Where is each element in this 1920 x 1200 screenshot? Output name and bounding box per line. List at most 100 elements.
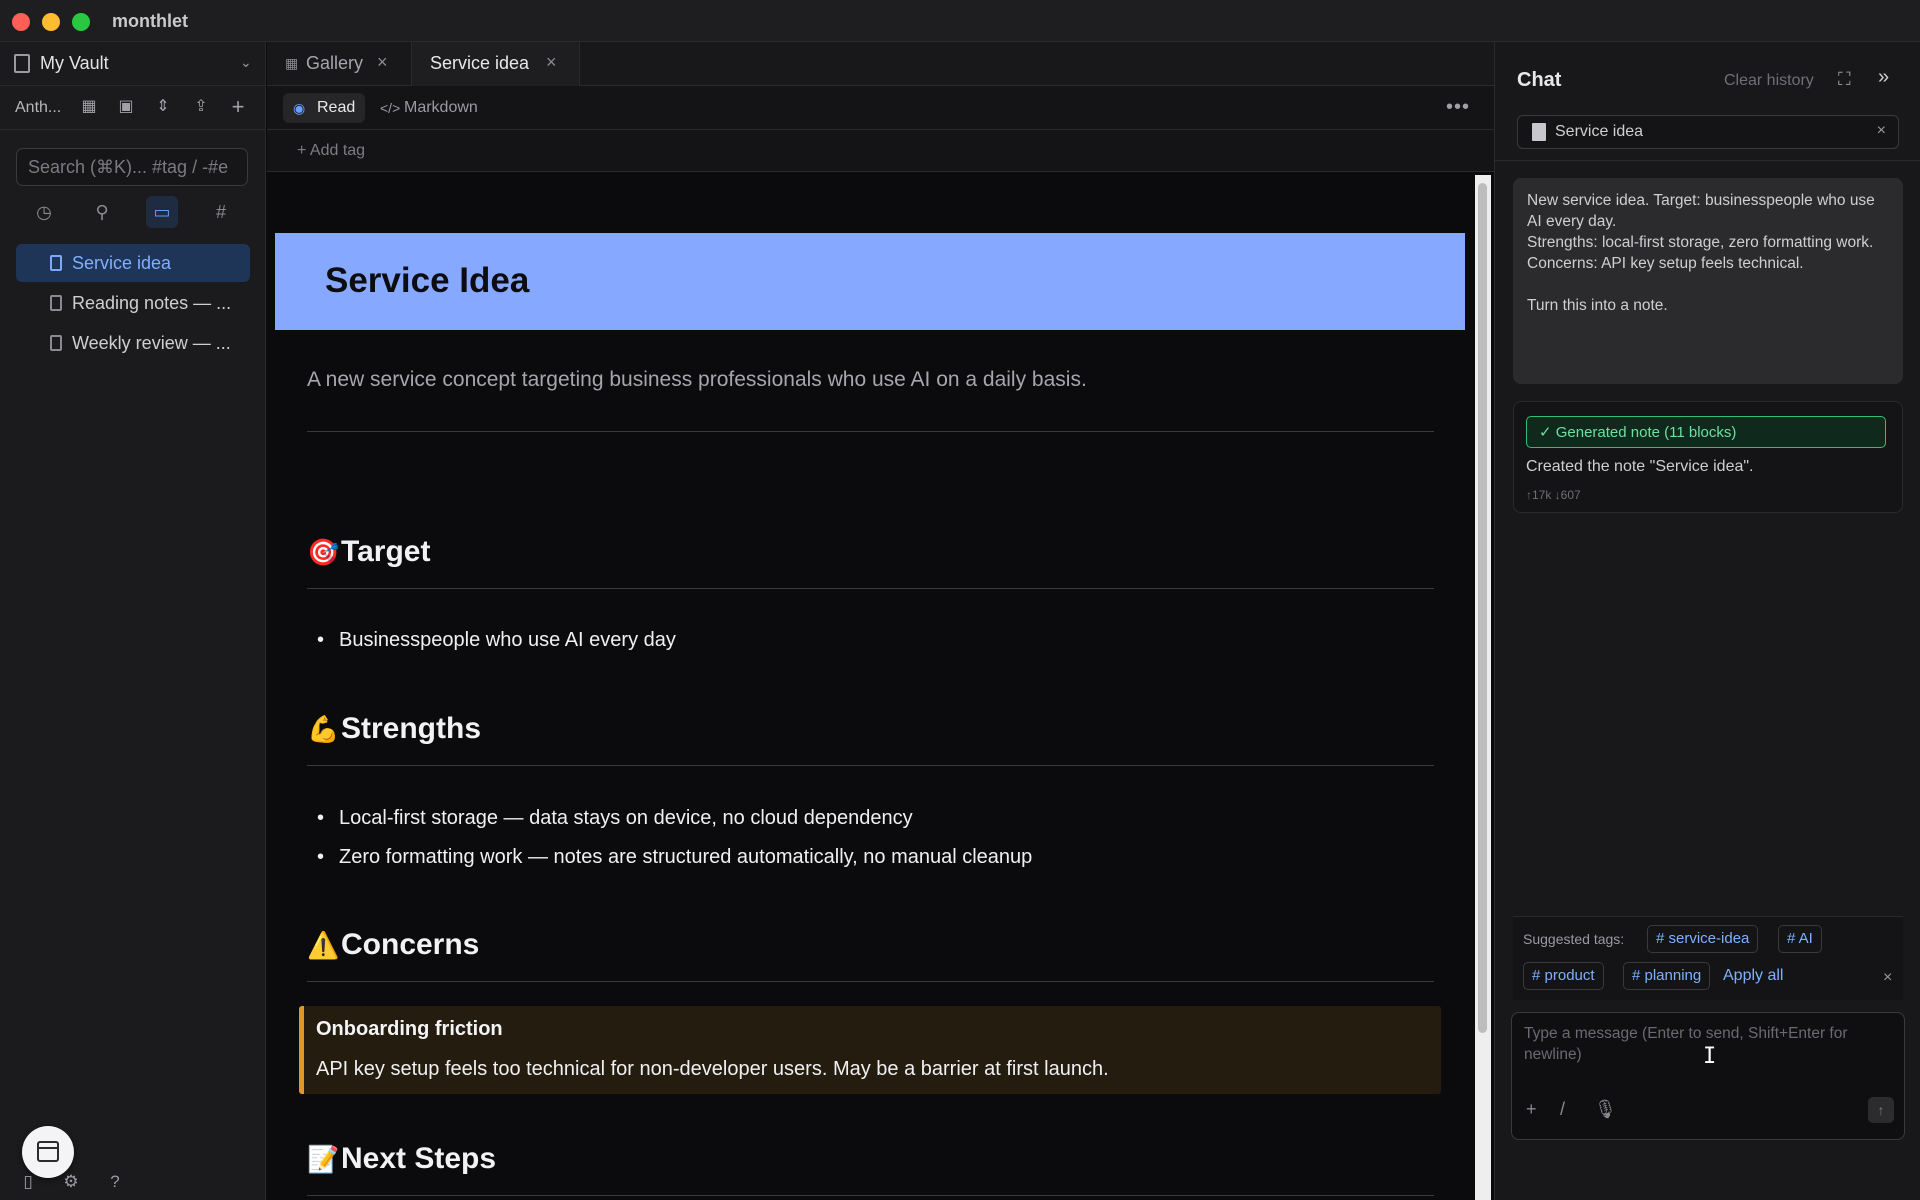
search-box (16, 148, 248, 186)
file-list: Service idea Reading notes — ... Weekly … (16, 244, 250, 364)
add-tag-button[interactable]: + Add tag (297, 142, 365, 160)
chat-title: Chat (1517, 69, 1562, 91)
pin-icon[interactable]: ⚲ (86, 196, 118, 228)
close-icon[interactable]: × (377, 52, 388, 73)
tab-label: Gallery (306, 53, 364, 73)
help-icon[interactable]: ? (104, 1171, 126, 1193)
tab-service-idea[interactable]: Service idea × (412, 42, 580, 86)
plus-icon[interactable]: + (1526, 1099, 1537, 1120)
workspace-label[interactable]: Anth... (15, 99, 61, 117)
badge-label: ✓ Generated note (11 blocks) (1539, 424, 1737, 441)
text-cursor-icon: I (1703, 1044, 1717, 1069)
chevron-down-icon: ⌄ (240, 54, 252, 70)
close-icon[interactable]: × (1883, 969, 1892, 987)
sidebar-nav: ◷ ⚲ ▭ # (0, 192, 266, 232)
file-name: Weekly review — ... (72, 333, 231, 353)
calendar-icon[interactable]: ▣ (115, 96, 137, 118)
document-icon (50, 295, 62, 311)
document-icon (50, 335, 62, 351)
heading-next-steps: 📝Next Steps (307, 1142, 496, 1176)
file-name: Reading notes — ... (72, 293, 232, 313)
document-subtitle: A new service concept targeting business… (307, 368, 1087, 391)
user-message: New service idea. Target: businesspeople… (1513, 178, 1903, 384)
expand-icon[interactable]: ⛶ (1838, 69, 1851, 90)
scrollbar-thumb[interactable] (1478, 183, 1487, 1033)
sort-icon[interactable]: ⇕ (152, 96, 174, 118)
gear-icon[interactable]: ⚙ (60, 1171, 82, 1193)
apply-all-button[interactable]: Apply all (1723, 967, 1783, 985)
eye-icon: ◉ (293, 100, 306, 116)
document-icon (50, 255, 62, 271)
read-label: Read (317, 99, 356, 116)
recent-icon[interactable]: ◷ (28, 196, 60, 228)
app-title: monthlet (112, 11, 188, 31)
microphone-icon[interactable]: 🎙 (1594, 1099, 1617, 1120)
code-icon: </> (380, 100, 401, 116)
minimize-window-button[interactable] (42, 13, 60, 31)
target-emoji: 🎯 (307, 537, 340, 567)
tag-chip[interactable]: # planning (1623, 962, 1711, 990)
sidebar-toolbar: Anth... ▦ ▣ ⇕ ⇪ + (0, 86, 266, 130)
heading-concerns: ⚠️Concerns (307, 928, 479, 962)
document-view: Service Idea A new service concept targe… (267, 173, 1473, 1200)
message-composer: + / 🎙 ↑ (1511, 1012, 1905, 1140)
file-item-reading-notes[interactable]: Reading notes — ... (16, 284, 250, 322)
file-item-service-idea[interactable]: Service idea (16, 244, 250, 282)
vault-name: My Vault (40, 53, 109, 73)
sidebar-bottom-bar: ▯ ⚙ ? (0, 1163, 266, 1200)
callout-title: Onboarding friction (316, 1018, 503, 1040)
assistant-text: Created the note "Service idea". (1526, 458, 1754, 475)
divider (307, 431, 1434, 432)
callout-body: API key setup feels too technical for no… (316, 1058, 1109, 1080)
search-input[interactable] (17, 149, 247, 185)
suggested-label: Suggested tags: (1523, 931, 1625, 947)
heading-text: Target (341, 535, 431, 568)
vault-icon (14, 54, 30, 73)
vault-selector[interactable]: My Vault ⌄ (0, 42, 266, 86)
zoom-window-button[interactable] (72, 13, 90, 31)
divider (307, 981, 1434, 982)
calendar-icon (37, 1141, 59, 1162)
generated-note-badge[interactable]: ✓ Generated note (11 blocks) (1526, 416, 1886, 448)
folder-icon[interactable]: ▭ (146, 196, 178, 228)
divider (307, 765, 1434, 766)
collapse-panel-icon[interactable]: » (1878, 66, 1889, 89)
token-usage: ↑17k ↓607 (1526, 488, 1581, 502)
list-item: Local-first storage — data stays on devi… (317, 807, 913, 830)
list-item: Businesspeople who use AI every day (317, 629, 676, 652)
tag-chip[interactable]: # AI (1778, 925, 1822, 953)
tag-chip[interactable]: # product (1523, 962, 1604, 990)
heading-text: Next Steps (341, 1142, 497, 1175)
export-icon[interactable]: ⇪ (190, 96, 212, 118)
more-options-icon[interactable]: ••• (1446, 96, 1470, 119)
heading-text: Strengths (341, 712, 482, 745)
tab-gallery[interactable]: ▦ Gallery × (267, 42, 412, 86)
file-name: Service idea (72, 253, 172, 273)
close-icon[interactable]: × (546, 52, 557, 73)
user-message-text: New service idea. Target: businesspeople… (1527, 192, 1875, 314)
send-button[interactable]: ↑ (1868, 1097, 1894, 1123)
memo-emoji: 📝 (307, 1144, 340, 1174)
grid-icon[interactable]: ▦ (78, 96, 100, 118)
title-banner: Service Idea (275, 233, 1465, 330)
warning-emoji: ⚠️ (307, 930, 340, 960)
toggle-sidebar-icon[interactable]: ▯ (17, 1171, 39, 1193)
tab-bar: ▦ Gallery × Service idea × (267, 42, 1494, 86)
file-item-weekly-review[interactable]: Weekly review — ... (16, 324, 250, 362)
divider (307, 588, 1434, 589)
scrollbar[interactable] (1475, 175, 1491, 1200)
new-note-icon[interactable]: + (227, 96, 249, 118)
close-icon[interactable]: × (1877, 122, 1886, 140)
tag-chip[interactable]: # service-idea (1647, 925, 1759, 953)
tag-icon[interactable]: # (205, 196, 237, 228)
callout-block: Onboarding friction API key setup feels … (299, 1006, 1441, 1094)
heading-target: 🎯Target (307, 535, 430, 569)
close-window-button[interactable] (12, 13, 30, 31)
sidebar: My Vault ⌄ Anth... ▦ ▣ ⇕ ⇪ + ◷ ⚲ ▭ # Ser… (0, 42, 266, 1200)
markdown-mode-button[interactable]: </> Markdown (370, 93, 488, 123)
read-mode-button[interactable]: ◉ Read (283, 93, 366, 123)
slash-command-icon[interactable]: / (1560, 1099, 1565, 1120)
suggested-tags: Suggested tags: # service-idea # AI # pr… (1513, 916, 1903, 1000)
clear-history-button[interactable]: Clear history (1724, 72, 1814, 90)
tag-bar: + Add tag (267, 130, 1494, 172)
